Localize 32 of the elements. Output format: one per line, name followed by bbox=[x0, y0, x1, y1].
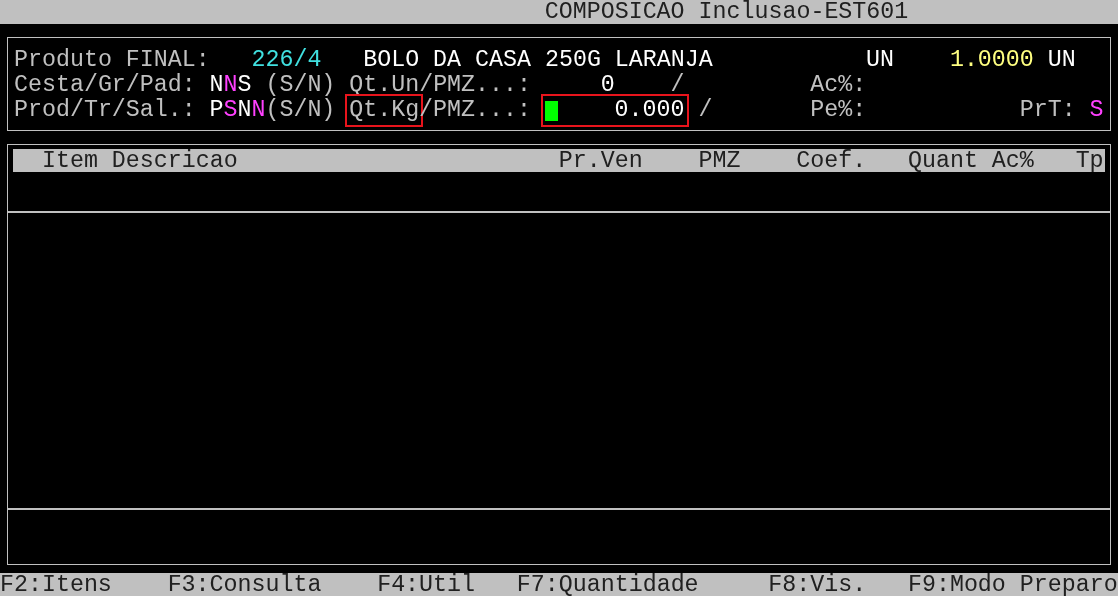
function-key[interactable]: F2:Itens bbox=[0, 573, 112, 596]
function-key[interactable]: F7:Quantidade bbox=[516, 573, 699, 596]
column-header: Coef. bbox=[796, 149, 867, 174]
field-label: / bbox=[698, 98, 713, 123]
field-value: UN bbox=[1047, 48, 1076, 73]
field-label: Pe%: bbox=[810, 98, 867, 123]
field-value: UN bbox=[866, 48, 895, 73]
column-header: Quant bbox=[908, 149, 978, 174]
field-label: Produto FINAL: bbox=[14, 48, 210, 73]
field-value: 226/4 bbox=[251, 48, 322, 73]
flag-value: PSNN bbox=[209, 98, 266, 123]
field-value: S bbox=[1089, 98, 1104, 123]
field-label: Ac%: bbox=[810, 73, 867, 98]
column-header: PMZ bbox=[698, 149, 741, 174]
field-label: Cesta/Gr/Pad: bbox=[14, 73, 196, 98]
field-label: PrT: bbox=[1019, 98, 1076, 123]
column-header: Ac% bbox=[991, 149, 1034, 174]
flag-value: NNS bbox=[209, 73, 252, 98]
field-label: (S/N) bbox=[265, 73, 336, 98]
function-key[interactable]: F8:Vis. bbox=[768, 573, 867, 596]
field-value: BOLO DA CASA 250G LARANJA bbox=[363, 48, 713, 73]
function-key[interactable]: F4:Util bbox=[377, 573, 475, 596]
column-header: Tp bbox=[1075, 149, 1104, 174]
input-field[interactable]: 0.000 bbox=[540, 94, 689, 127]
field-value: 1.0000 bbox=[949, 48, 1034, 73]
column-header: Item Descricao bbox=[41, 149, 238, 174]
field-label: (S/N) bbox=[265, 98, 336, 123]
function-key[interactable]: F9:Modo Preparo bbox=[907, 573, 1118, 596]
function-key[interactable]: F3:Consulta bbox=[167, 573, 322, 596]
window-title: COMPOSICAO Inclusao-EST601 bbox=[544, 0, 908, 25]
field-label: Prod/Tr/Sal.: bbox=[14, 98, 196, 123]
column-header: Pr.Ven bbox=[558, 149, 643, 174]
